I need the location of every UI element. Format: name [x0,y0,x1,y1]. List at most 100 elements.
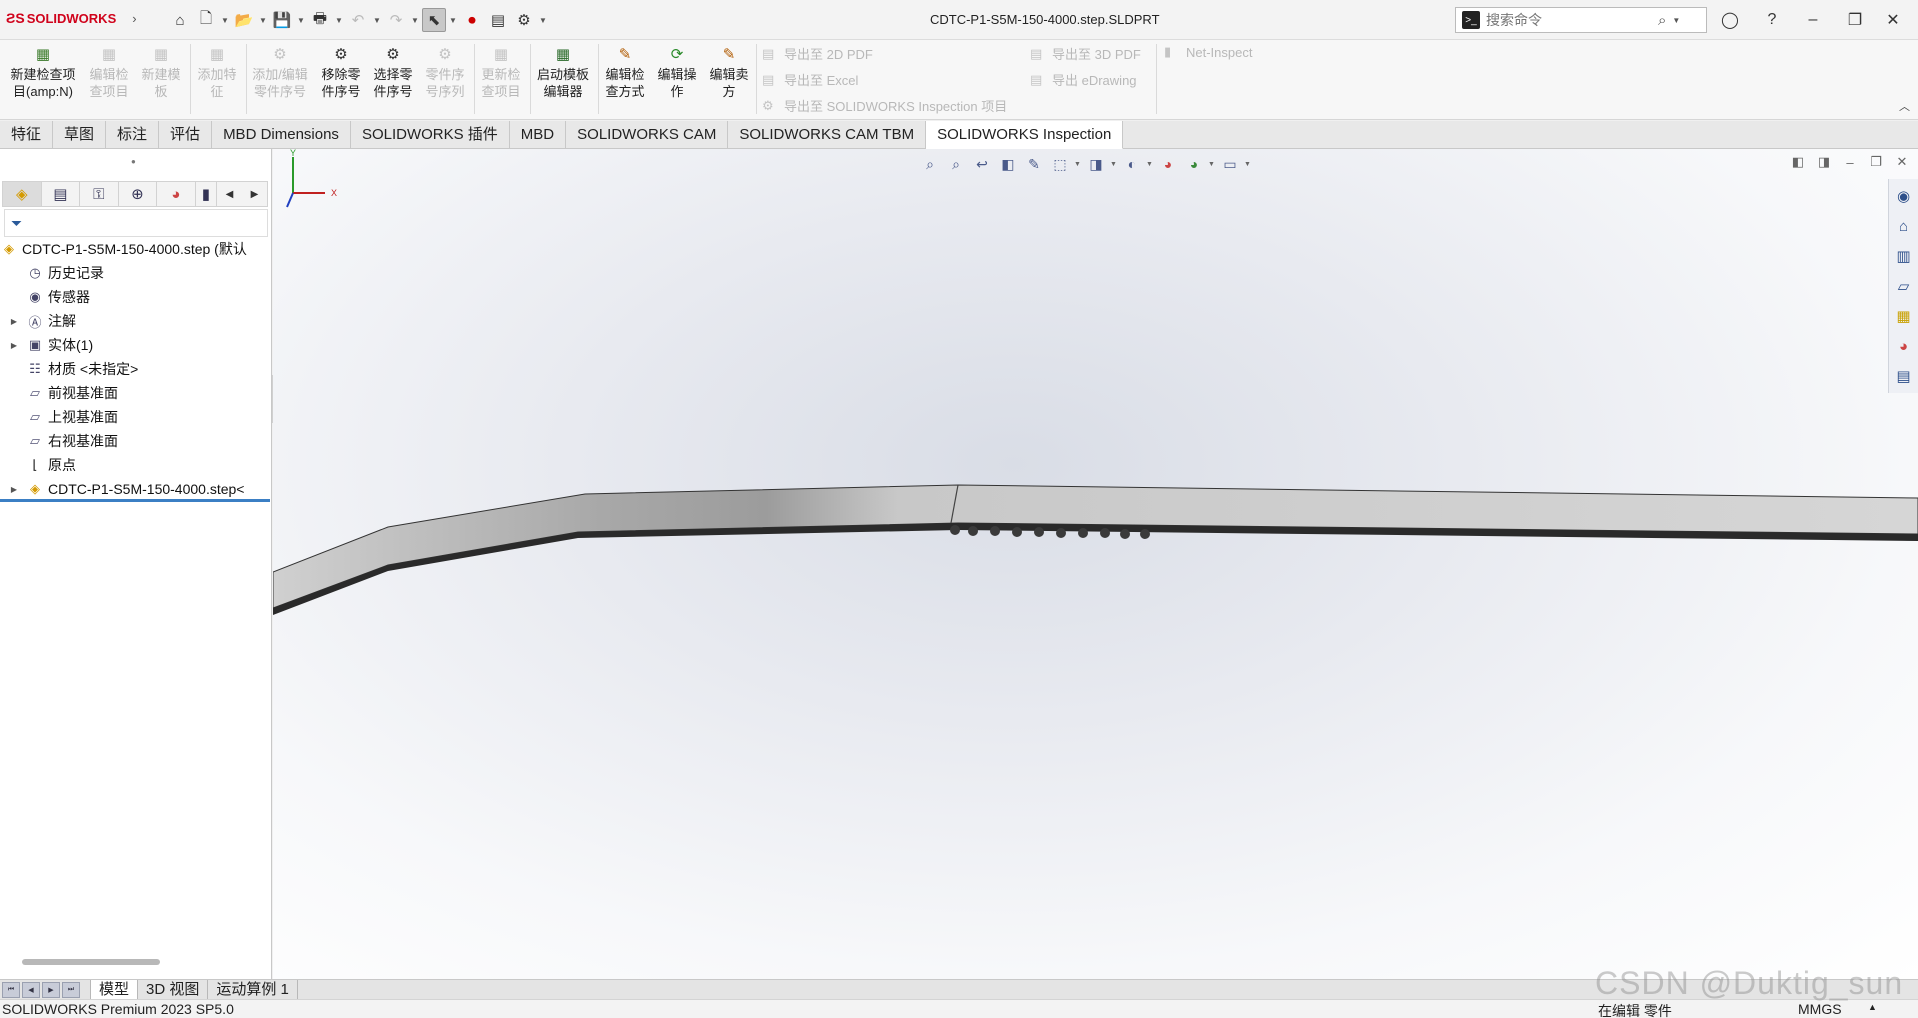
menu-expand-icon[interactable]: › [132,11,136,26]
display-style-dropdown-icon[interactable]: ▼ [1110,161,1118,168]
panel-grip-icon[interactable]: ● [131,157,136,166]
home-icon[interactable]: ⌂ [168,8,192,32]
minimize-icon[interactable]: – [1800,8,1826,32]
edit-vendor-button[interactable]: ✎ 编辑卖 方 [704,44,754,100]
viewport-panel-left-icon[interactable]: ◧ [1788,153,1808,171]
net-inspect-button[interactable]: ▮ Net-Inspect [1164,44,1252,60]
viewport-restore-icon[interactable]: ❐ [1866,153,1886,171]
tab-solidworks-cam-tbm[interactable]: SOLIDWORKS CAM TBM [728,121,927,148]
ribbon-collapse-icon[interactable]: ︿ [1899,98,1910,114]
hide-show-items-icon[interactable]: ◐ [1120,152,1144,176]
tree-item-origin[interactable]: ⌊ 原点 [0,453,272,477]
display-manager-tab-icon[interactable]: ◕ [157,182,196,206]
undo-dropdown-icon[interactable]: ▼ [372,16,382,25]
zoom-to-fit-icon[interactable]: ⌕ [918,152,942,176]
tree-item-solid-bodies[interactable]: ▶ ▣ 实体(1) [0,333,272,357]
last-tab-icon[interactable]: ⏭ [62,981,80,998]
new-inspection-button[interactable]: ▦ 新建检查项 目(amp:N) [6,44,80,100]
select-balloon-button[interactable]: ⚙ 选择零 件序号 [368,44,418,100]
expand-arrow-icon[interactable]: ▶ [8,341,20,350]
expand-arrow-icon[interactable]: ▶ [8,317,20,326]
search-icon[interactable]: ⌕ [1658,12,1666,29]
tab-motion-study[interactable]: 运动算例 1 [207,980,298,999]
view-orientation-dropdown-icon[interactable]: ▼ [1074,161,1082,168]
viewport-close-icon[interactable]: ✕ [1892,153,1912,171]
configuration-manager-tab-icon[interactable]: ⚿ [80,182,119,206]
tab-mbd-dimensions[interactable]: MBD Dimensions [212,121,351,148]
tree-item-front-plane[interactable]: ▱ 前视基准面 [0,381,272,405]
tree-item-imported-body[interactable]: ▶ ◈ CDTC-P1-S5M-150-4000.step< [0,477,272,501]
tree-item-sensors[interactable]: ◉ 传感器 [0,285,272,309]
view-settings-icon[interactable]: ▭ [1218,152,1242,176]
solidworks-resources-icon[interactable]: ◉ [1892,181,1916,211]
dimxpert-tab-icon[interactable]: ⊕ [119,182,158,206]
hide-show-dropdown-icon[interactable]: ▼ [1146,161,1154,168]
tree-filter-field[interactable]: ⏷ [4,209,268,237]
expand-arrow-icon[interactable]: ▶ [8,485,20,494]
edit-method-button[interactable]: ✎ 编辑检 查方式 [600,44,650,100]
tree-item-root-part[interactable]: ◈ CDTC-P1-S5M-150-4000.step (默认 [0,237,272,261]
tab-solidworks-addins[interactable]: SOLIDWORKS 插件 [351,121,510,148]
panel-horizontal-scrollbar[interactable] [22,959,160,965]
tree-item-annotations[interactable]: ▶ Ⓐ 注解 [0,309,272,333]
help-icon[interactable]: ? [1759,8,1785,32]
unit-system[interactable]: MMGS [1798,1001,1842,1017]
first-tab-icon[interactable]: ⏮ [2,981,20,998]
tabs-scroll-left-icon[interactable]: ◀ [217,182,242,206]
restore-icon[interactable]: ❐ [1842,8,1868,32]
update-inspection-button[interactable]: ▦ 更新检 查项目 [476,44,526,100]
file-properties-icon[interactable]: ▤ [486,8,510,32]
export-2d-pdf-button[interactable]: ▤ 导出至 2D PDF [762,44,873,63]
edit-inspection-button[interactable]: ▦ 编辑检 查项目 [84,44,134,100]
viewport-minimize-icon[interactable]: – [1840,153,1860,171]
dynamic-annotation-icon[interactable]: ✎ [1022,152,1046,176]
file-explorer-icon[interactable]: ▱ [1892,271,1916,301]
print-dropdown-icon[interactable]: ▼ [334,16,344,25]
tree-item-top-plane[interactable]: ▱ 上视基准面 [0,405,272,429]
export-inspection-project-button[interactable]: ⚙ 导出至 SOLIDWORKS Inspection 项目 [762,96,1007,115]
next-tab-icon[interactable]: ▶ [42,981,60,998]
tab-3d-view[interactable]: 3D 视图 [137,980,207,999]
tree-item-right-plane[interactable]: ▱ 右视基准面 [0,429,272,453]
apply-scene-icon[interactable]: ◕ [1182,152,1206,176]
tab-solidworks-inspection[interactable]: SOLIDWORKS Inspection [926,121,1124,149]
display-style-icon[interactable]: ◨ [1084,152,1108,176]
previous-view-icon[interactable]: ↩ [970,152,994,176]
tab-features[interactable]: 特征 [0,121,54,148]
search-input[interactable] [1486,12,1656,28]
viewport-panel-right-icon[interactable]: ◨ [1814,153,1834,171]
remove-balloon-button[interactable]: ⚙ 移除零 件序号 [316,44,366,100]
tree-item-history[interactable]: ◷ 历史记录 [0,261,272,285]
open-dropdown-icon[interactable]: ▼ [258,16,268,25]
graphics-area[interactable]: ⌕ ⌕ ↩ ◧ ✎ ⬚ ▼ ◨ ▼ ◐ ▼ ◕ ◕ ▼ ▭ ▼ ◧ ◨ – ❐ … [273,149,1918,979]
new-template-button[interactable]: ▦ 新建模 板 [136,44,186,100]
design-library-icon[interactable]: ▥ [1892,241,1916,271]
edit-operation-button[interactable]: ⟳ 编辑操 作 [652,44,702,100]
apply-scene-dropdown-icon[interactable]: ▼ [1208,161,1216,168]
save-dropdown-icon[interactable]: ▼ [296,16,306,25]
rebuild-traffic-light-icon[interactable]: ⏺ [460,8,484,32]
tab-sketch[interactable]: 草图 [53,121,107,148]
tabs-scroll-right-icon[interactable]: ▶ [242,182,267,206]
print-icon[interactable]: 🖶 [308,8,332,32]
view-settings-dropdown-icon[interactable]: ▼ [1244,161,1252,168]
tab-mbd[interactable]: MBD [510,121,567,148]
add-edit-balloon-button[interactable]: ⚙ 添加/编辑 零件序号 [248,44,312,100]
tab-solidworks-cam[interactable]: SOLIDWORKS CAM [566,121,729,148]
custom-properties-icon[interactable]: ▤ [1892,361,1916,391]
open-folder-icon[interactable]: 📂 [232,8,256,32]
balloon-sequence-button[interactable]: ⚙ 零件序 号序列 [420,44,470,100]
property-manager-tab-icon[interactable]: ▤ [42,182,81,206]
feature-manager-tab-icon[interactable]: ◈ [3,182,42,206]
add-feature-button[interactable]: ▦ 添加特 征 [192,44,242,100]
search-command-box[interactable]: >_ ⌕ ▼ [1455,7,1707,33]
unit-system-dropdown-icon[interactable]: ▲ [1868,1002,1877,1012]
new-document-icon[interactable]: 🗋 [194,8,218,32]
view-orientation-icon[interactable]: ⬚ [1048,152,1072,176]
solidworks-logo[interactable]: ƧS SOLIDWORKS › [6,10,137,26]
undo-icon[interactable]: ↶ [346,8,370,32]
appearances-icon[interactable]: ◕ [1892,331,1916,361]
export-edrawing-button[interactable]: ▤ 导出 eDrawing [1030,70,1137,89]
redo-dropdown-icon[interactable]: ▼ [410,16,420,25]
user-account-icon[interactable]: ◯ [1717,8,1743,32]
